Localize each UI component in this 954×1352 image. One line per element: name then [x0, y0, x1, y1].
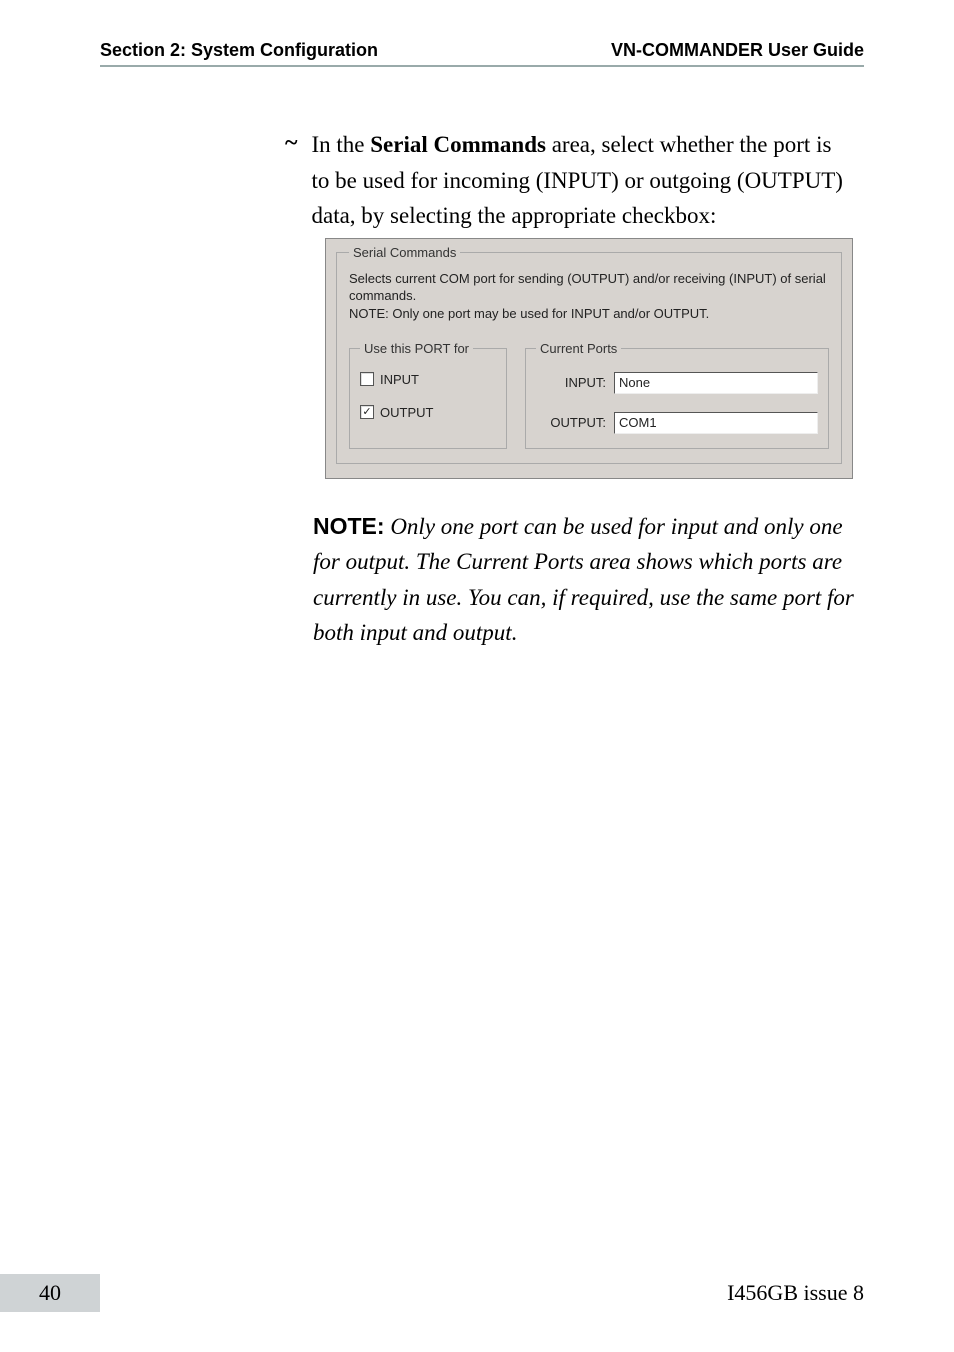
bullet-mark: ~: [285, 127, 297, 161]
page-header: Section 2: System Configuration VN-COMMA…: [100, 40, 864, 67]
output-checkbox-row: ✓ OUTPUT: [360, 405, 496, 420]
note-label: NOTE:: [313, 513, 385, 539]
current-ports-fieldset: Current Ports INPUT: None OUTPUT: COM1: [525, 341, 829, 449]
content-area: ~ In the Serial Commands area, select wh…: [100, 67, 864, 651]
use-port-fieldset: Use this PORT for INPUT ✓ OUTPUT: [349, 341, 507, 449]
input-checkbox-row: INPUT: [360, 372, 496, 387]
desc-line1: Selects current COM port for sending (OU…: [349, 270, 829, 305]
bullet-pre: In the: [311, 132, 370, 157]
output-checkbox-label: OUTPUT: [380, 405, 433, 420]
use-port-legend: Use this PORT for: [360, 341, 473, 356]
output-checkbox[interactable]: ✓: [360, 405, 374, 419]
input-checkbox[interactable]: [360, 372, 374, 386]
bullet-strong: Serial Commands: [370, 132, 546, 157]
current-input-field[interactable]: None: [614, 372, 818, 394]
header-right: VN-COMMANDER User Guide: [611, 40, 864, 61]
inner-fieldsets-row: Use this PORT for INPUT ✓ OUTPUT Current…: [349, 341, 829, 449]
bullet-text: In the Serial Commands area, select whet…: [311, 127, 854, 234]
page-footer: 40 I456GB issue 8: [0, 1274, 954, 1312]
serial-commands-fieldset: Serial Commands Selects current COM port…: [336, 245, 842, 464]
header-left: Section 2: System Configuration: [100, 40, 378, 61]
desc-line2: NOTE: Only one port may be used for INPU…: [349, 305, 829, 323]
current-ports-legend: Current Ports: [536, 341, 621, 356]
input-checkbox-label: INPUT: [380, 372, 419, 387]
note-paragraph: NOTE: Only one port can be used for inpu…: [313, 509, 854, 652]
current-output-label: OUTPUT:: [536, 415, 606, 430]
page-number: 40: [0, 1274, 100, 1312]
page: Section 2: System Configuration VN-COMMA…: [0, 0, 954, 1352]
issue-label: I456GB issue 8: [727, 1280, 864, 1306]
current-output-row: OUTPUT: COM1: [536, 412, 818, 434]
instruction-bullet: ~ In the Serial Commands area, select wh…: [285, 127, 854, 234]
current-input-row: INPUT: None: [536, 372, 818, 394]
current-input-label: INPUT:: [536, 375, 606, 390]
serial-commands-dialog: Serial Commands Selects current COM port…: [325, 238, 853, 479]
dialog-description: Selects current COM port for sending (OU…: [349, 270, 829, 323]
note-body: Only one port can be used for input and …: [313, 514, 854, 646]
current-output-field[interactable]: COM1: [614, 412, 818, 434]
serial-commands-legend: Serial Commands: [349, 245, 460, 260]
